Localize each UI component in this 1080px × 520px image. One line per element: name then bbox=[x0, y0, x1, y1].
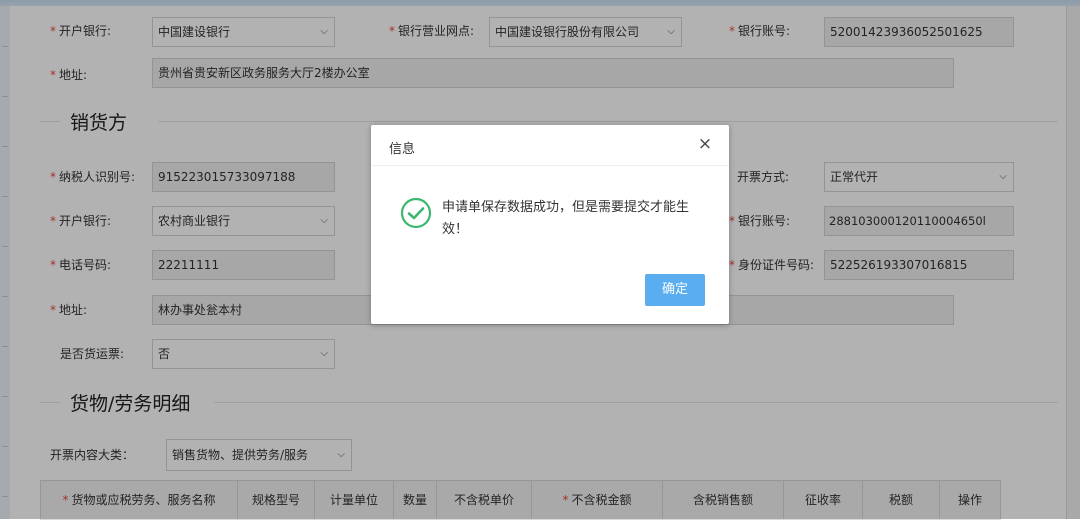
close-icon[interactable]: × bbox=[697, 136, 713, 153]
dialog-title: 信息 bbox=[389, 142, 416, 157]
dialog-message: 申请单保存数据成功，但是需要提交才能生效！ bbox=[442, 200, 690, 237]
confirm-button[interactable]: 确定 bbox=[645, 274, 705, 306]
dialog-header: 信息 × bbox=[371, 125, 729, 166]
success-check-icon bbox=[400, 197, 432, 229]
info-dialog: 信息 × 申请单保存数据成功，但是需要提交才能生效！ 确定 bbox=[371, 125, 729, 324]
